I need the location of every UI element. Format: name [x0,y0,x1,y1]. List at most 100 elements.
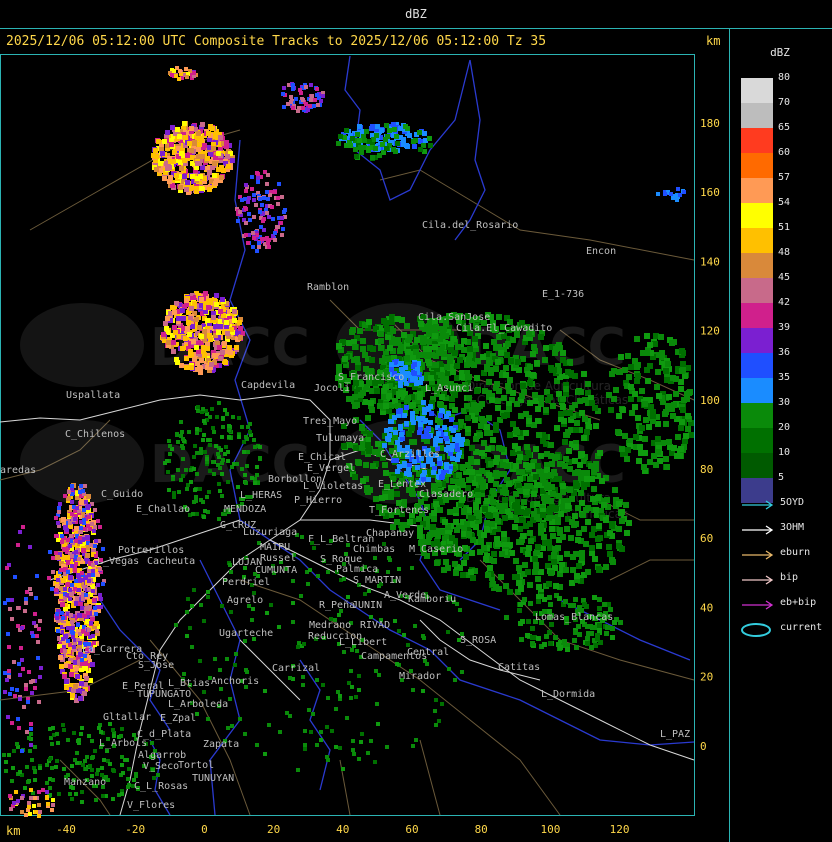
echo-cell [534,482,540,488]
echo-cell [50,587,54,591]
echo-cell [517,488,523,494]
echo-cell [553,635,558,640]
echo-cell [80,606,84,610]
echo-cell [363,592,367,596]
echo-cell [267,723,271,727]
place-label: Palmica [336,564,378,575]
echo-cell [218,135,223,140]
place-label: Tortol [178,760,214,771]
echo-cell [418,147,423,152]
echo-cell [665,361,671,367]
echo-cell [644,333,650,339]
echo-cell [254,203,258,207]
echo-cell [352,394,358,400]
echo-cell [671,196,675,200]
echo-cell [30,691,34,695]
echo-cell [346,396,352,402]
echo-cell [244,435,248,439]
echo-cell [244,221,248,225]
place-label: C_Chilenos [65,429,125,440]
echo-cell [409,425,415,431]
echo-cell [376,722,380,726]
echo-cell [67,490,71,494]
echo-cell [81,597,85,601]
echo-cell [369,357,375,363]
echo-cell [291,620,295,624]
echo-cell [199,447,203,451]
legend-separator [729,28,730,842]
echo-cell [642,450,648,456]
echo-cell [573,630,578,635]
echo-cell [246,241,250,245]
echo-cell [51,798,55,802]
echo-cell [11,766,15,770]
echo-cell [485,446,491,452]
echo-cell [573,427,579,433]
echo-cell [574,573,580,579]
place-label: RIVAD [360,620,390,631]
legend-swatch-65 [741,128,773,153]
echo-cell [208,469,212,473]
echo-cell [397,567,401,571]
echo-cell [487,513,493,519]
echo-cell [77,738,81,742]
place-label: Mirador [399,671,441,682]
echo-cell [685,426,691,432]
echo-cell [342,650,346,654]
echo-cell [31,679,35,683]
echo-cell [506,406,512,412]
echo-cell [522,562,528,568]
echo-cell [252,215,256,219]
echo-cell [494,471,500,477]
echo-cell [66,738,70,742]
echo-cell [127,767,131,771]
echo-cell [517,454,523,460]
echo-cell [198,174,203,179]
echo-cell [357,688,361,692]
echo-cell [80,800,84,804]
echo-cell [597,623,602,628]
echo-cell [659,350,665,356]
echo-cell [407,472,412,477]
radar-map[interactable]: DACC DACC DACC DACC Dirección de Agricul… [0,54,729,842]
echo-cell [10,598,14,602]
echo-cell [225,657,229,661]
echo-cell [407,519,413,525]
echo-cell [169,142,174,147]
echo-cell [325,725,329,729]
echo-cell [495,398,501,404]
echo-cell [51,726,55,730]
place-label: Anchoris [211,676,259,687]
echo-cell [74,666,79,671]
echo-cell [174,74,178,78]
echo-cell [493,459,499,465]
echo-cell [458,608,462,612]
echo-cell [532,556,538,562]
echo-cell [563,386,569,392]
echo-cell [166,470,170,474]
echo-cell [370,346,376,352]
echo-cell [29,732,33,736]
echo-cell [74,539,78,543]
echo-cell [309,730,313,734]
echo-cell [353,445,359,451]
echo-cell [177,134,182,139]
echo-cell [203,450,207,454]
echo-cell [57,510,61,514]
echo-cell [363,462,369,468]
echo-cell [624,456,630,462]
window-title: dBZ [0,0,832,29]
echo-cell [189,480,193,484]
echo-cell [393,430,398,435]
legend-label-51: 51 [778,222,791,233]
echo-cell [506,481,512,487]
echo-cell [460,670,464,674]
echo-cell [280,233,284,237]
echo-cell [255,249,259,253]
echo-cell [87,599,92,604]
place-label: L_Violetas [303,481,363,492]
echo-cell [452,407,458,413]
echo-cell [105,749,109,753]
echo-cell [181,474,185,478]
echo-cell [512,443,518,449]
